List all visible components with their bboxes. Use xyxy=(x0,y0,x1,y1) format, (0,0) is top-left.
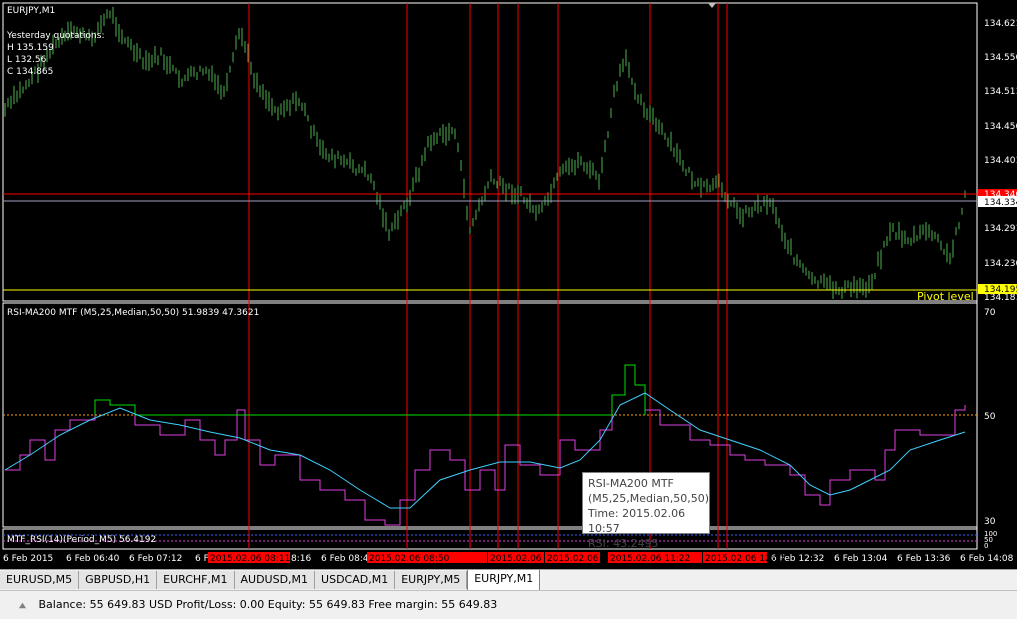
price-tick: 134.556 xyxy=(984,53,1017,63)
rsi-step-line xyxy=(5,364,966,526)
time-label: 6 Feb 14:08 xyxy=(960,554,1014,564)
pivot-price-label: 134.195 xyxy=(984,285,1017,295)
pivot-text: Pivot level xyxy=(917,290,974,303)
rsi-tick: 50 xyxy=(984,412,996,422)
window-title: EURJPY,M1 xyxy=(7,6,55,16)
account-summary: Balance: 55 649.83 USD Profit/Loss: 0.00… xyxy=(38,598,498,611)
tooltip-line: RSI: 43.2495 xyxy=(588,537,659,550)
tab-usdcad-m1[interactable]: USDCAD,M1 xyxy=(315,571,396,589)
yesterday-high: H 135.159 xyxy=(7,43,54,53)
time-label: 6 Feb 07:12 xyxy=(129,554,182,564)
shift-marker-icon[interactable] xyxy=(708,3,716,8)
tab-eurjpy-m5[interactable]: EURJPY,M5 xyxy=(395,571,468,589)
tab-eurjpy-m1[interactable]: EURJPY,M1 xyxy=(467,570,541,590)
rsi-axis: 70 50 30 xyxy=(984,308,996,527)
tooltip-line: (M5,25,Median,50,50) xyxy=(588,492,710,505)
time-label: 6 Feb 06:40 xyxy=(66,554,120,564)
mtf-tick: 0 xyxy=(984,542,988,550)
yesterday-close: C 134.865 xyxy=(7,67,53,77)
time-label: 6 Feb 2015 xyxy=(3,554,53,564)
tooltip-line: RSI-MA200 MTF xyxy=(588,477,674,490)
rsi-step-line-high xyxy=(94,364,646,416)
red-time-label: 2015.02.06 08:11 xyxy=(210,554,290,564)
tab-eurusd-m5[interactable]: EURUSD,M5 xyxy=(0,571,80,589)
yesterday-heading: Yesterday quotations: xyxy=(6,31,104,41)
tooltip-line: Time: 2015.02.06 10:57 xyxy=(588,507,686,535)
tab-audusd-m1[interactable]: AUDUSD,M1 xyxy=(234,571,316,589)
indicator-tooltip: RSI-MA200 MTF (M5,25,Median,50,50) Time:… xyxy=(582,472,710,550)
price-tick: 134.291 xyxy=(984,224,1017,234)
time-label: 6 Feb 08:4 xyxy=(321,554,369,564)
tab-gbpusd-h1[interactable]: GBPUSD,H1 xyxy=(79,571,158,589)
main-panel-border xyxy=(2,2,978,302)
price-tick: 134.511 xyxy=(984,87,1017,97)
collapse-arrow-icon[interactable] xyxy=(18,601,27,610)
time-label: 8:16 xyxy=(291,554,311,564)
price-tick: 134.456 xyxy=(984,122,1017,132)
price-tick: 134.621 xyxy=(984,19,1017,29)
vertical-lines xyxy=(248,3,728,549)
rsi-ma-line xyxy=(4,392,966,509)
price-tick: 134.236 xyxy=(984,259,1017,269)
mtf-panel-title: MTF_RSI(14)(Period_M5) 56.4192 xyxy=(7,535,156,545)
time-label: 6 Feb 13:36 xyxy=(897,554,951,564)
current-price-label: 134.334 xyxy=(984,198,1017,208)
price-tick: 134.401 xyxy=(984,156,1017,166)
rsi-tick: 30 xyxy=(984,517,996,527)
mtf-axis: 100 50 0 xyxy=(984,530,997,550)
time-label: 6 Feb 13:04 xyxy=(834,554,888,564)
chart-area[interactable]: 134.621 134.556 134.511 134.456 134.401 … xyxy=(0,0,1017,569)
yesterday-low: L 132.56 xyxy=(7,55,47,65)
price-candles xyxy=(4,6,966,299)
red-time-label: 2015.02.06 12:11 xyxy=(705,554,785,564)
chart-tabs: EURUSD,M5 GBPUSD,H1 EURCHF,M1 AUDUSD,M1 … xyxy=(0,569,1017,591)
rsi-tick: 70 xyxy=(984,308,996,318)
red-time-label: 2015.02.06 xyxy=(490,554,542,564)
tab-eurchf-m1[interactable]: EURCHF,M1 xyxy=(157,571,235,589)
rsi-panel-title: RSI-MA200 MTF (M5,25,Median,50,50) 51.98… xyxy=(7,308,259,318)
price-axis: 134.621 134.556 134.511 134.456 134.401 … xyxy=(984,19,1017,303)
red-time-label: 2015.02.06 11:22 xyxy=(610,554,690,564)
account-status-bar: Balance: 55 649.83 USD Profit/Loss: 0.00… xyxy=(0,590,1017,619)
red-time-label: 2015.02.06 08:50 xyxy=(369,554,450,564)
